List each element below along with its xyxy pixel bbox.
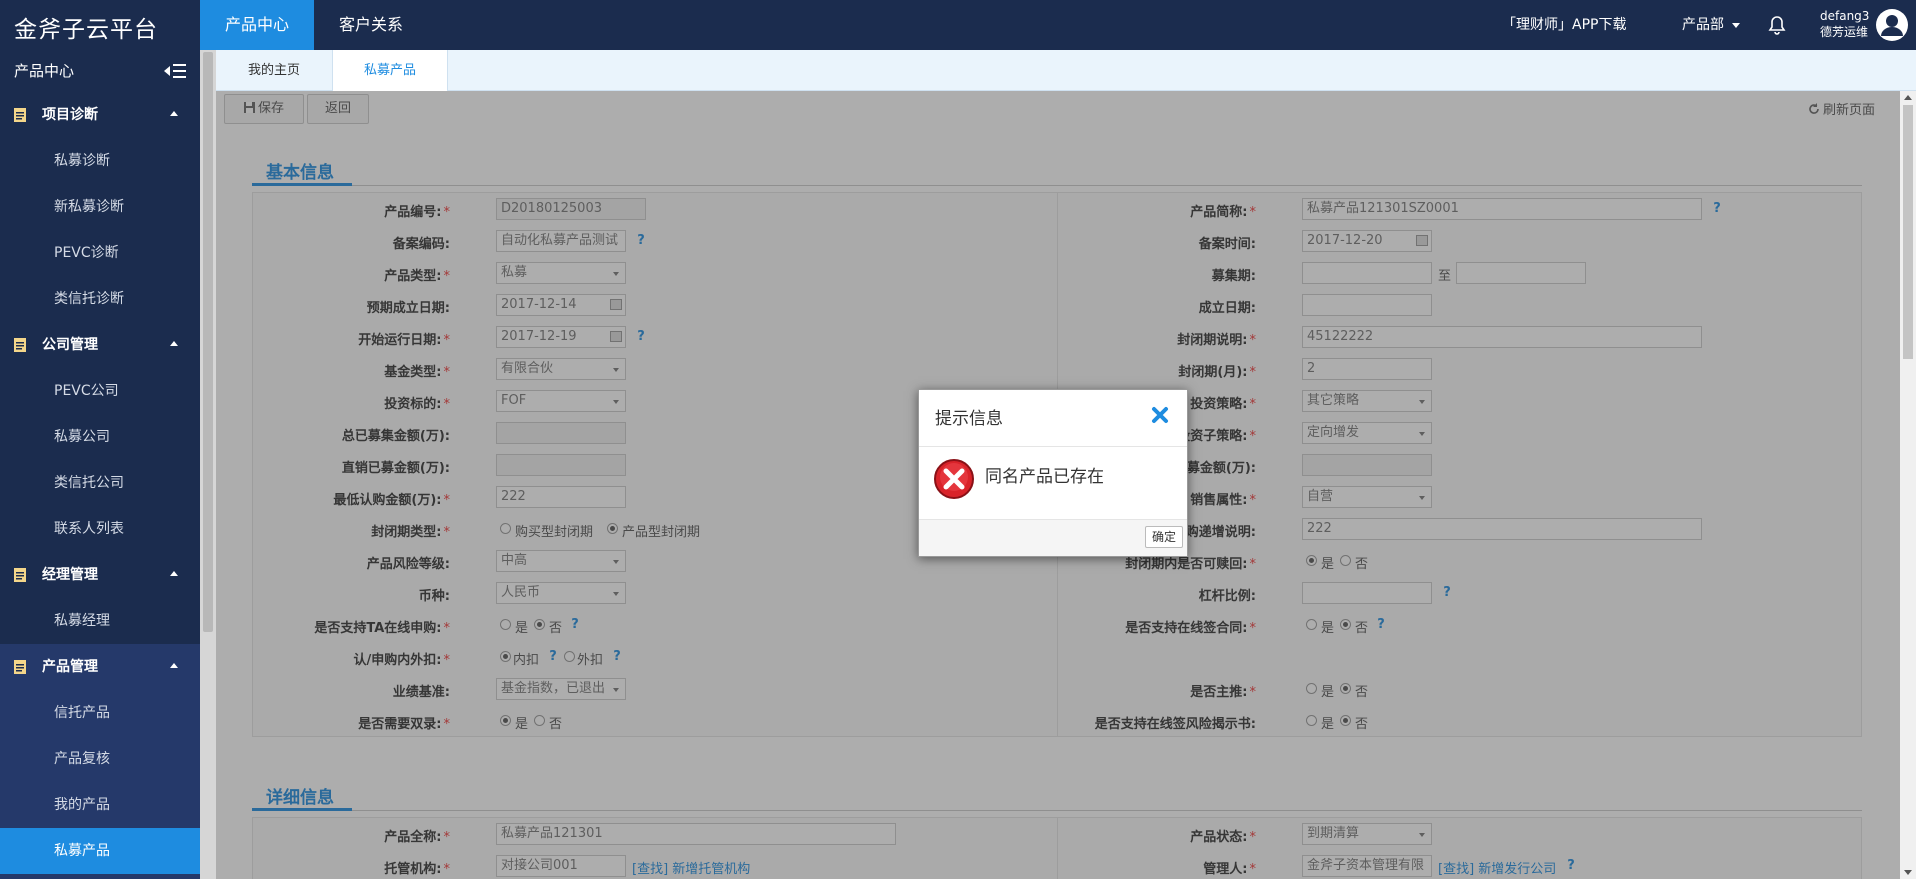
sidebar-item-new-private-diagnosis[interactable]: 新私募诊断 — [0, 184, 200, 230]
error-icon — [934, 459, 974, 499]
department-dropdown[interactable]: 产品部 — [1682, 0, 1740, 50]
document-icon — [14, 108, 26, 122]
top-bar: 金斧子云平台 产品中心 客户关系 「理财师」APP下载 产品部 defang3 德… — [0, 0, 1916, 50]
sidebar-group-company-management[interactable]: 公司管理 — [0, 322, 200, 368]
nav-tab-customer-relations[interactable]: 客户关系 — [314, 0, 428, 50]
avatar-icon[interactable] — [1876, 9, 1908, 41]
chevron-up-icon — [170, 571, 178, 576]
close-icon[interactable] — [1151, 406, 1169, 424]
dialog-message: 同名产品已存在 — [985, 467, 1104, 487]
sidebar-scrollbar[interactable] — [200, 50, 216, 879]
sidebar-item-trust-diagnosis[interactable]: 类信托诊断 — [0, 276, 200, 322]
dialog-divider — [919, 446, 1187, 447]
bell-icon[interactable] — [1768, 15, 1786, 35]
nav-tab-product-center[interactable]: 产品中心 — [200, 0, 314, 50]
sidebar-group-label: 产品管理 — [42, 659, 98, 675]
dialog-footer: 确定 — [919, 519, 1187, 556]
user-display-name: 德芳运维 — [1820, 25, 1869, 39]
page-tab-bar: 我的主页 私募产品 — [216, 50, 1916, 92]
dialog-title: 提示信息 — [935, 409, 1003, 429]
sidebar-group-project-diagnosis[interactable]: 项目诊断 — [0, 92, 200, 138]
sidebar-item-pevc-company[interactable]: PEVC公司 — [0, 368, 200, 414]
tab-my-home[interactable]: 我的主页 — [216, 50, 332, 91]
sidebar-group-label: 项目诊断 — [42, 107, 98, 123]
app-download-link[interactable]: 「理财师」APP下载 — [1502, 0, 1626, 50]
chevron-up-icon — [170, 111, 178, 116]
sidebar-item-private-company[interactable]: 私募公司 — [0, 414, 200, 460]
sidebar-item-pevc-diagnosis[interactable]: PEVC诊断 — [0, 230, 200, 276]
sidebar: 产品中心 项目诊断 私募诊断 新私募诊断 PEVC诊断 类信托诊断 公司管理 P… — [0, 50, 200, 879]
app-title: 金斧子云平台 — [14, 17, 158, 43]
document-icon — [14, 568, 26, 582]
document-icon — [14, 660, 26, 674]
chevron-up-icon — [170, 663, 178, 668]
alert-dialog: 提示信息 同名产品已存在 确定 — [918, 389, 1188, 557]
sidebar-item-trust-company[interactable]: 类信托公司 — [0, 460, 200, 506]
sidebar-item-private-manager[interactable]: 私募经理 — [0, 598, 200, 644]
sidebar-group-label: 经理管理 — [42, 567, 98, 583]
tab-private-product[interactable]: 私募产品 — [332, 50, 448, 92]
scrollbar-thumb[interactable] — [203, 52, 213, 632]
confirm-button[interactable]: 确定 — [1145, 526, 1183, 548]
sidebar-group-product-management[interactable]: 产品管理 — [0, 644, 200, 690]
sidebar-item-product-review[interactable]: 产品复核 — [0, 736, 200, 782]
sidebar-item-my-products[interactable]: 我的产品 — [0, 782, 200, 828]
scrollbar-thumb[interactable] — [1903, 105, 1913, 359]
chevron-down-icon — [1732, 22, 1740, 28]
sidebar-group-manager-management[interactable]: 经理管理 — [0, 552, 200, 598]
sidebar-header: 产品中心 — [0, 50, 200, 92]
sidebar-item-trust-product[interactable]: 信托产品 — [0, 690, 200, 736]
chevron-up-icon — [170, 341, 178, 346]
sidebar-item-private-diagnosis[interactable]: 私募诊断 — [0, 138, 200, 184]
scroll-down-arrow-icon[interactable] — [1904, 870, 1912, 875]
scroll-up-arrow-icon[interactable] — [1904, 95, 1912, 100]
content-scrollbar[interactable] — [1900, 91, 1916, 879]
user-name: defang3 — [1820, 9, 1870, 23]
user-info[interactable]: defang3 德芳运维 — [1820, 8, 1870, 40]
sidebar-group-label: 公司管理 — [42, 337, 98, 353]
sidebar-title: 产品中心 — [14, 62, 75, 80]
sidebar-collapse-icon[interactable] — [164, 62, 186, 80]
sidebar-item-private-product[interactable]: 私募产品 — [0, 828, 200, 874]
department-label: 产品部 — [1682, 17, 1724, 33]
document-icon — [14, 338, 26, 352]
sidebar-item-contact-list[interactable]: 联系人列表 — [0, 506, 200, 552]
